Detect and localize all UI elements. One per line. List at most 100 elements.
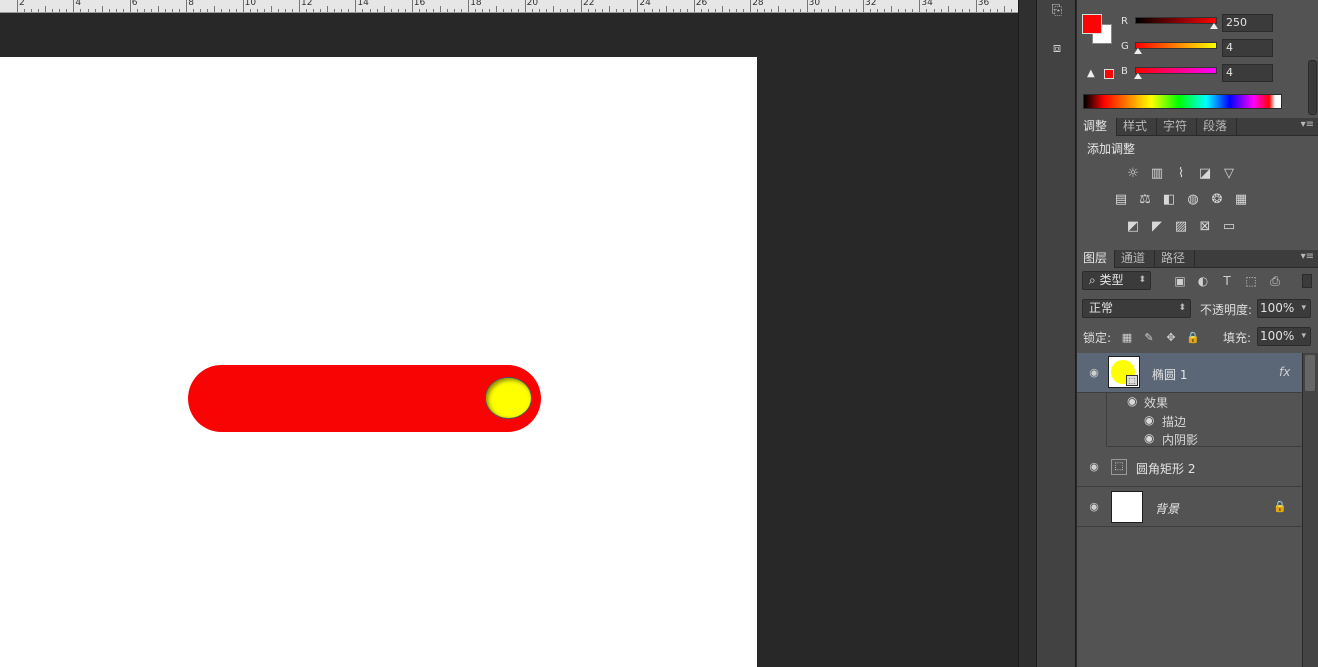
ruler-label: 34 [921, 0, 933, 8]
invert-icon[interactable]: ◩ [1125, 219, 1141, 235]
effects-label[interactable]: 效果 [1144, 394, 1168, 411]
layers-panel-menu-icon[interactable]: ▾≡ [1301, 251, 1314, 262]
ruler-minor-tick [249, 9, 251, 12]
fill-field[interactable]: 100% ▾ [1257, 327, 1311, 346]
ruler-minor-tick [362, 9, 364, 12]
tab-paths[interactable]: 路径 [1155, 250, 1195, 268]
b-slider-thumb[interactable] [1134, 73, 1142, 79]
canvas-workspace[interactable] [0, 13, 1018, 667]
ruler-label: 18 [470, 0, 482, 8]
adjustment-filter-icon[interactable]: ◐ [1196, 274, 1210, 288]
tab-character[interactable]: 字符 [1157, 118, 1197, 136]
g-value-field[interactable]: 4 [1222, 39, 1273, 57]
selective-color-icon[interactable]: ⊠ [1197, 219, 1213, 235]
ruler-major-tick [806, 0, 808, 12]
r-slider[interactable] [1135, 17, 1218, 29]
shape-filter-icon[interactable]: ⬚ [1244, 274, 1258, 288]
lock-transparent-icon[interactable]: ▦ [1120, 331, 1134, 345]
opacity-field[interactable]: 100% ▾ [1257, 299, 1311, 318]
effect-inner-shadow[interactable]: 内阴影 [1162, 431, 1198, 448]
ruler-minor-tick [348, 9, 350, 12]
horizontal-ruler[interactable]: 2 4 6 8 10 12 14 16 18 20 22 24 26 28 30 32 34 36 [0, 0, 1018, 13]
layer-name[interactable]: 椭圆 1 [1152, 366, 1187, 383]
lock-all-icon[interactable]: 🔒 [1186, 331, 1200, 345]
effect-stroke[interactable]: 描边 [1162, 413, 1186, 430]
layer-row-background[interactable]: ◉ 背景 🔒 [1077, 487, 1302, 527]
ruler-minor-tick [45, 6, 47, 12]
g-slider-thumb[interactable] [1134, 48, 1142, 54]
curves-icon[interactable]: ⌇ [1173, 166, 1189, 182]
ruler-label: 16 [413, 0, 426, 8]
inner-shadow-eye-icon[interactable]: ◉ [1144, 431, 1154, 445]
stroke-eye-icon[interactable]: ◉ [1144, 413, 1154, 427]
tab-layers[interactable]: 图层 [1077, 250, 1115, 268]
bw-icon[interactable]: ◧ [1161, 192, 1177, 208]
photo-filter-icon[interactable]: ◍ [1185, 192, 1201, 208]
fx-icon[interactable]: fx [1279, 365, 1290, 379]
eye-icon[interactable]: ◉ [1087, 460, 1101, 474]
channel-mixer-icon[interactable]: ❂ [1209, 192, 1225, 208]
ruler-major-tick [17, 0, 18, 12]
document-canvas[interactable] [0, 57, 757, 667]
r-slider-thumb[interactable] [1210, 23, 1218, 29]
pixel-filter-icon[interactable]: ▣ [1173, 274, 1187, 288]
color-spectrum-bar[interactable] [1083, 94, 1282, 109]
ruler-minor-tick [461, 9, 463, 12]
gamut-warning-swatch[interactable] [1104, 69, 1114, 79]
type-filter-icon[interactable]: T [1220, 274, 1234, 288]
brightness-icon[interactable]: ☼ [1125, 166, 1141, 182]
tab-styles[interactable]: 样式 [1117, 118, 1157, 136]
layers-scrollbar-thumb[interactable] [1305, 355, 1315, 391]
tab-channels[interactable]: 通道 [1115, 250, 1155, 268]
vibrance-icon[interactable]: ▽ [1221, 166, 1237, 182]
ruler-minor-tick [531, 9, 533, 12]
lock-pixels-icon[interactable]: ✎ [1142, 331, 1156, 345]
layer-row-ellipse[interactable]: ◉ ⬚ 椭圆 1 fx [1077, 353, 1302, 393]
layer-name[interactable]: 圆角矩形 2 [1136, 460, 1195, 477]
tab-adjustments[interactable]: 调整 [1077, 118, 1117, 136]
ruler-minor-tick [877, 9, 879, 12]
ellipse-shape[interactable] [485, 377, 532, 419]
g-slider[interactable] [1134, 42, 1217, 54]
panel-menu-icon[interactable]: ▾≡ [1301, 119, 1314, 130]
filter-toggle[interactable] [1302, 274, 1312, 288]
eye-icon[interactable]: ◉ [1087, 366, 1101, 380]
effects-eye-icon[interactable]: ◉ [1127, 394, 1137, 408]
layers-scrollbar[interactable] [1302, 353, 1318, 667]
color-panel-scrollbar[interactable] [1308, 60, 1317, 115]
lock-position-icon[interactable]: ✥ [1164, 331, 1178, 345]
exposure-icon[interactable]: ◪ [1197, 166, 1213, 182]
ruler-minor-tick [1011, 9, 1013, 12]
ruler-minor-tick [432, 9, 434, 12]
layer-name[interactable]: 背景 [1155, 500, 1179, 517]
color-balance-icon[interactable]: ⚖ [1137, 192, 1153, 208]
ruler-major-tick [637, 0, 639, 12]
hue-icon[interactable]: ▤ [1113, 192, 1129, 208]
layer-filter-label: 类型 [1099, 273, 1124, 287]
color-lookup-icon[interactable]: ▦ [1233, 192, 1249, 208]
tab-paragraph[interactable]: 段落 [1197, 118, 1237, 136]
threshold-icon[interactable]: ▨ [1173, 219, 1189, 235]
levels-icon[interactable]: ▥ [1149, 166, 1165, 182]
blend-mode-select[interactable]: 正常 ⬍ [1082, 299, 1191, 318]
ruler-minor-tick [503, 9, 505, 12]
ruler-minor-tick [214, 6, 216, 12]
posterize-icon[interactable]: ◤ [1149, 219, 1165, 235]
3d-icon[interactable]: ⧈ [1046, 38, 1068, 60]
eye-icon[interactable]: ◉ [1087, 500, 1101, 514]
r-value-field[interactable]: 250 [1222, 14, 1273, 32]
layer-row-rounded-rect[interactable]: ◉ ⬚ 圆角矩形 2 [1077, 448, 1302, 487]
gradient-map-icon[interactable]: ▭ [1221, 219, 1237, 235]
layer-thumbnail: ⬚ [1108, 356, 1140, 388]
ruler-label: 2 [19, 0, 25, 8]
ruler-major-tick [581, 0, 582, 12]
foreground-color-swatch[interactable] [1082, 14, 1102, 34]
history-icon[interactable]: ⎘ [1046, 0, 1068, 22]
ruler-minor-tick [256, 9, 258, 12]
layer-filter-select[interactable]: ⌕ 类型 ⬍ [1082, 271, 1151, 290]
b-slider[interactable] [1134, 67, 1217, 79]
b-value-field[interactable]: 4 [1222, 64, 1273, 82]
gamut-warning-icon[interactable]: ▲ [1087, 68, 1095, 79]
smart-object-filter-icon[interactable]: ⎙ [1268, 274, 1282, 288]
ruler-minor-tick [827, 9, 829, 12]
